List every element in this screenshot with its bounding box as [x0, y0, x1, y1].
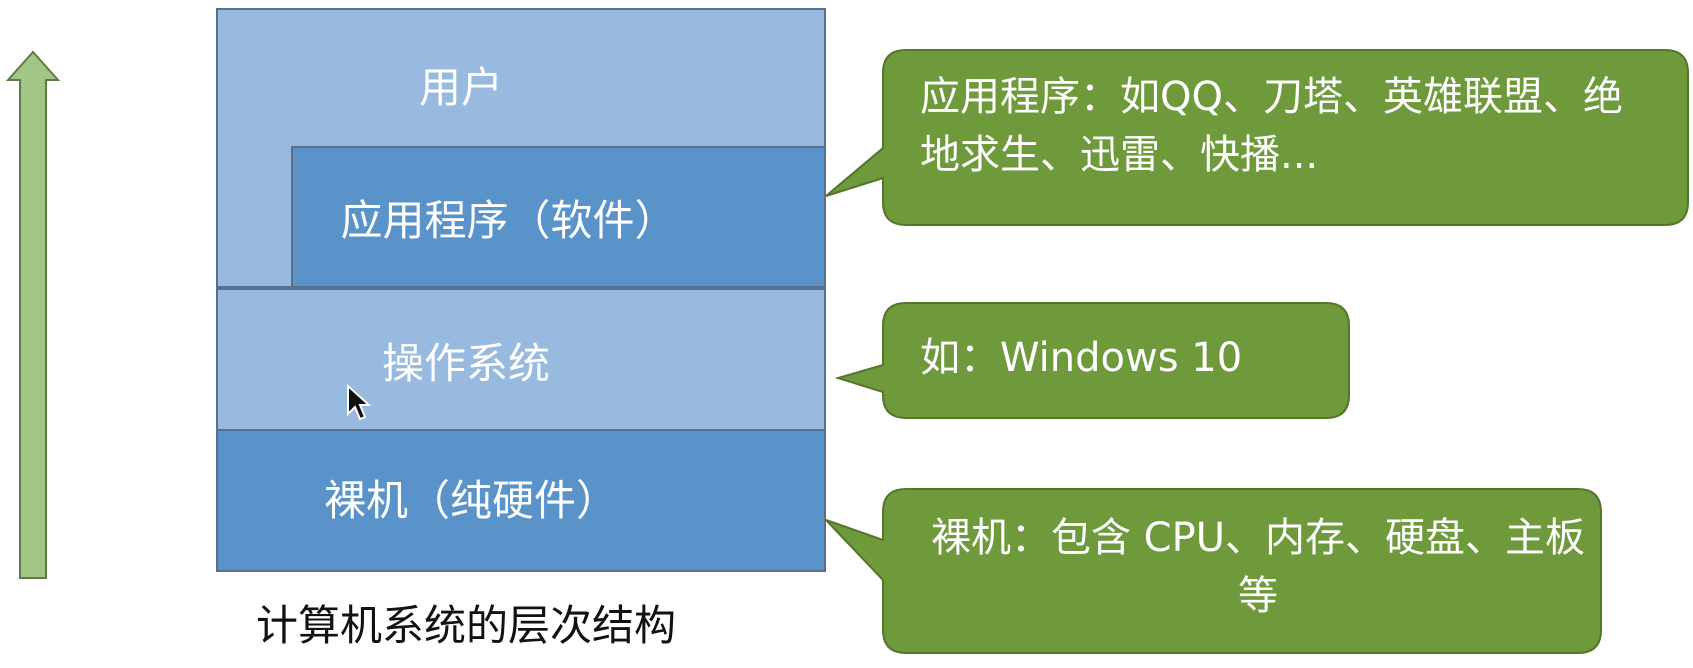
callout-application-text: 应用程序：如QQ、刀塔、英雄联盟、绝地求生、迅雷、快播...: [920, 74, 1623, 178]
up-arrow-icon: [6, 50, 60, 579]
diagram-caption: 计算机系统的层次结构: [255, 601, 676, 650]
diagram-stage: 用户 应用程序（软件） 操作系统 裸机（纯硬件） 计算机系统的层次结构 应用程序…: [0, 0, 1693, 668]
layer-application: 应用程序（软件）: [291, 146, 826, 288]
mouse-pointer-icon: [347, 384, 372, 421]
layer-application-label: 应用程序（软件）: [340, 195, 677, 245]
layer-user-label: 用户: [418, 63, 503, 112]
layer-hardware: 裸机（纯硬件）: [216, 429, 826, 572]
callout-hardware-text: 裸机：包含 CPU、内存、硬盘、主板等: [930, 515, 1586, 619]
layer-os-label: 操作系统: [381, 339, 550, 388]
layer-hardware-label: 裸机（纯硬件）: [323, 476, 618, 525]
layer-operating-system: 操作系统: [216, 288, 826, 431]
callout-os-text: 如：Windows 10: [920, 335, 1243, 381]
